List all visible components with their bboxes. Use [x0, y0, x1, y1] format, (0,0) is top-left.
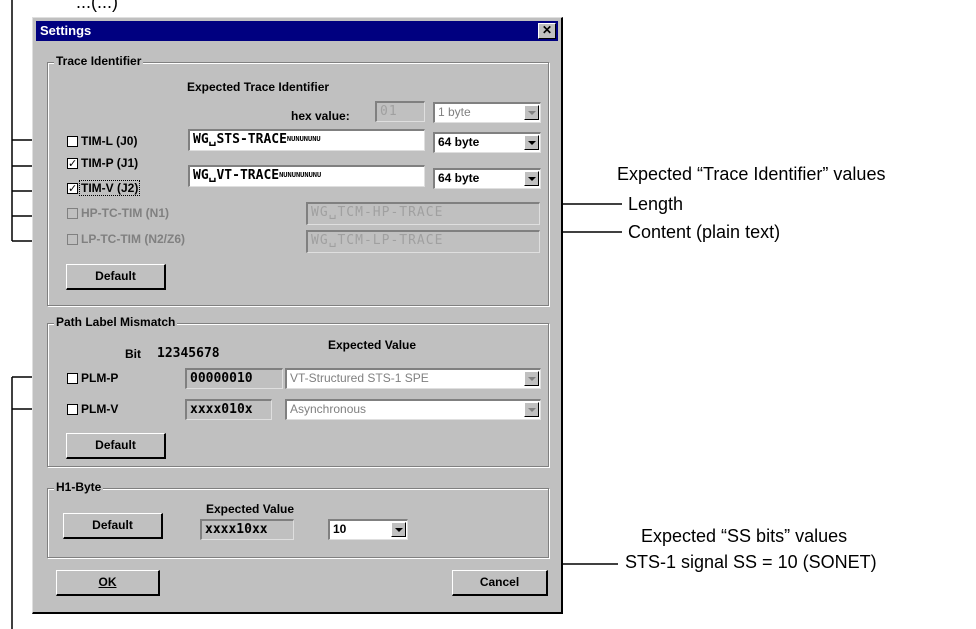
- tim-v-length-value: 64 byte: [438, 171, 480, 185]
- tim-l-label: TIM-L (J0): [81, 134, 138, 148]
- plm-v-value-combo[interactable]: Asynchronous: [285, 399, 541, 420]
- tim-p-label: TIM-P (J1): [81, 156, 139, 170]
- tim-p-length-value: 64 byte: [438, 135, 480, 149]
- plm-p-bits-field[interactable]: 00000010: [185, 368, 283, 389]
- hex-value-field[interactable]: 01: [375, 101, 425, 122]
- tim-v-trace-field[interactable]: WG␣VT-TRACENUNUNUNUNU: [188, 165, 425, 187]
- tim-v-label: TIM-V (J2): [79, 180, 141, 196]
- tim-v-null-padding: NUNUNUNUNU: [279, 171, 322, 179]
- dialog-title: Settings: [40, 23, 92, 38]
- settings-dialog: Settings ✕ Trace Identifier Expected Tra…: [32, 17, 563, 614]
- tim-p-checkbox[interactable]: ✓: [67, 158, 78, 170]
- annotation-ss-title: Expected “SS bits” values: [641, 526, 848, 546]
- tim-l-checkbox[interactable]: [67, 136, 78, 147]
- expected-trace-heading: Expected Trace Identifier: [187, 80, 330, 94]
- top-caption: ...(...): [76, 0, 118, 12]
- ok-button[interactable]: OK: [56, 570, 160, 596]
- tim-v-trace-text: WG␣VT-TRACE: [193, 168, 280, 183]
- annotation-content: Content (plain text): [628, 222, 781, 242]
- trace-default-button[interactable]: Default: [66, 264, 166, 290]
- plm-p-checkbox[interactable]: [67, 373, 78, 384]
- tim-p-trace-text: WG␣STS-TRACE: [193, 132, 287, 147]
- h1-expected-heading: Expected Value: [206, 502, 295, 516]
- plm-p-label: PLM-P: [81, 371, 119, 385]
- tim-l-length-value: 1 byte: [438, 105, 471, 119]
- h1-bits-field[interactable]: xxxx10xx: [200, 519, 294, 540]
- plm-v-label: PLM-V: [81, 402, 119, 416]
- ok-label: OK: [98, 575, 117, 589]
- tim-p-length-combo[interactable]: 64 byte: [433, 132, 541, 153]
- plm-title: Path Label Mismatch: [54, 315, 178, 329]
- hex-value-label: hex value:: [291, 109, 350, 123]
- chevron-down-icon[interactable]: [524, 402, 539, 417]
- cancel-label: Cancel: [479, 575, 520, 589]
- h1-ss-combo[interactable]: 10: [328, 519, 408, 540]
- tim-p-null-padding: NUNUNUNU: [286, 135, 321, 143]
- plm-v-value: Asynchronous: [290, 402, 367, 416]
- cancel-button[interactable]: Cancel: [452, 570, 548, 596]
- trace-identifier-title: Trace Identifier: [54, 54, 144, 68]
- chevron-down-icon[interactable]: [524, 135, 539, 150]
- chevron-down-icon[interactable]: [524, 105, 539, 120]
- lp-tc-tim-trace-field[interactable]: WG␣TCM-LP-TRACE: [306, 230, 540, 253]
- tim-v-length-combo[interactable]: 64 byte: [433, 168, 541, 189]
- hp-tc-tim-label: HP-TC-TIM (N1): [81, 206, 169, 220]
- tim-v-checkbox[interactable]: ✓: [67, 183, 78, 195]
- hp-tc-tim-checkbox[interactable]: [67, 208, 78, 219]
- chevron-down-icon[interactable]: [524, 171, 539, 186]
- h1-byte-title: H1-Byte: [54, 480, 104, 494]
- bit-label: Bit: [125, 347, 141, 361]
- plm-default-button[interactable]: Default: [66, 433, 166, 459]
- bit-numbers: 12345678: [157, 346, 220, 361]
- annotation-ss-desc: STS-1 signal SS = 10 (SONET): [625, 552, 877, 572]
- hp-tc-tim-trace-field[interactable]: WG␣TCM-HP-TRACE: [306, 202, 540, 225]
- annotation-length: Length: [628, 194, 684, 214]
- chevron-down-icon[interactable]: [524, 371, 539, 386]
- h1-default-button[interactable]: Default: [63, 513, 163, 539]
- tim-l-length-combo[interactable]: 1 byte: [433, 102, 541, 123]
- tim-p-trace-field[interactable]: WG␣STS-TRACENUNUNUNU: [188, 129, 425, 151]
- plm-v-checkbox[interactable]: [67, 404, 78, 415]
- annotation-trace-title: Expected “Trace Identifier” values: [617, 164, 886, 184]
- plm-p-value-combo[interactable]: VT-Structured STS-1 SPE: [285, 368, 541, 389]
- chevron-down-icon[interactable]: [391, 522, 406, 537]
- h1-ss-value: 10: [333, 522, 347, 536]
- lp-tc-tim-label: LP-TC-TIM (N2/Z6): [81, 232, 185, 246]
- close-button[interactable]: ✕: [538, 23, 556, 39]
- plm-p-value: VT-Structured STS-1 SPE: [290, 371, 429, 385]
- lp-tc-tim-checkbox[interactable]: [67, 234, 78, 245]
- plm-v-bits-field[interactable]: xxxx010x: [185, 399, 272, 420]
- plm-expected-heading: Expected Value: [328, 338, 417, 352]
- title-bar: Settings ✕: [36, 21, 558, 41]
